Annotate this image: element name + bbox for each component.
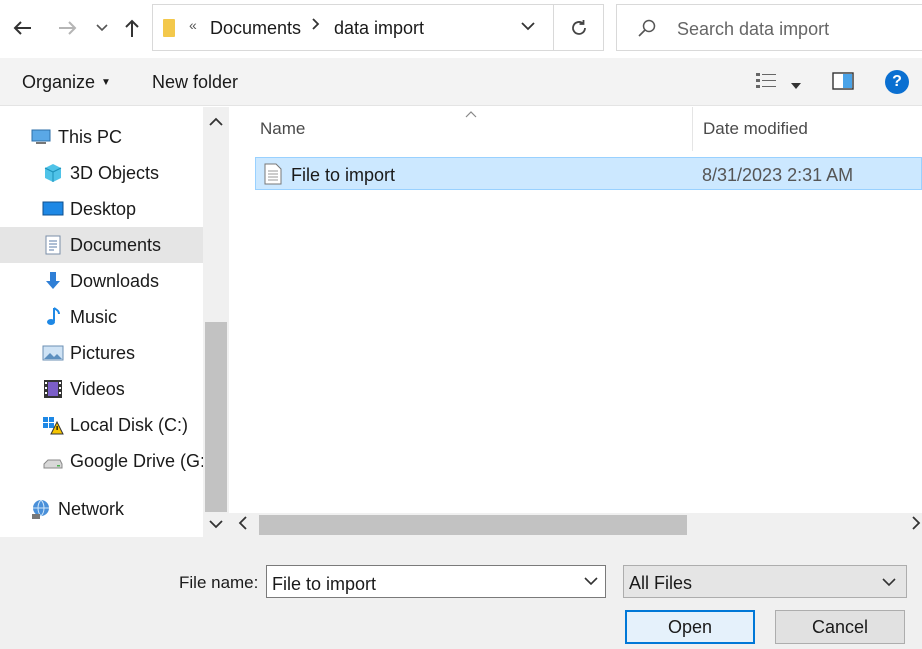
column-divider[interactable] <box>692 107 693 151</box>
file-date-modified: 8/31/2023 2:31 AM <box>702 165 854 185</box>
desktop-icon <box>42 198 64 220</box>
sidebar-item-label: Local Disk (C:) <box>70 414 189 435</box>
file-list: Name Date modified File to import 8/31/2… <box>229 107 922 513</box>
recent-locations-chevron-icon[interactable] <box>88 14 116 42</box>
search-icon <box>637 18 657 38</box>
sidebar-item-google-drive[interactable]: Google Drive (G:) <box>42 443 203 479</box>
sidebar-item-label: This PC <box>58 126 123 147</box>
sidebar-item-local-disk[interactable]: Local Disk (C:) <box>42 407 203 443</box>
drive-warning-icon <box>42 414 64 436</box>
scroll-down-icon[interactable] <box>208 517 224 533</box>
navigation-bar: « Documents data import Search data impo… <box>0 0 922 58</box>
sidebar-item-label: Documents <box>70 234 162 255</box>
organize-label: Organize <box>22 72 96 92</box>
file-name: File to import <box>291 165 396 185</box>
sidebar-item-3d-objects[interactable]: 3D Objects <box>42 155 203 191</box>
sidebar-item-label: Downloads <box>70 270 160 291</box>
scroll-right-icon[interactable] <box>911 515 921 536</box>
breadcrumb-separator-icon[interactable] <box>311 17 321 36</box>
scroll-up-icon[interactable] <box>208 115 224 131</box>
up-arrow-icon[interactable] <box>118 14 146 42</box>
column-header-date-modified[interactable]: Date modified <box>703 119 808 139</box>
sidebar-item-documents[interactable]: Documents <box>0 227 203 263</box>
refresh-icon[interactable] <box>553 5 604 50</box>
sidebar-item-pictures[interactable]: Pictures <box>42 335 203 371</box>
sidebar-item-downloads[interactable]: Downloads <box>42 263 203 299</box>
sidebar-item-videos[interactable]: Videos <box>42 371 203 407</box>
sidebar-item-network[interactable]: Network <box>30 491 203 527</box>
table-row[interactable]: File to import 8/31/2023 2:31 AM <box>255 157 922 190</box>
sidebar-item-label: Pictures <box>70 342 136 363</box>
sidebar-scrollbar[interactable] <box>203 107 229 537</box>
document-icon <box>42 234 64 256</box>
scrollbar-thumb[interactable] <box>259 515 687 535</box>
sidebar-item-label: 3D Objects <box>70 162 160 183</box>
sidebar-item-label: Videos <box>70 378 125 399</box>
view-dropdown-icon[interactable] <box>790 76 802 89</box>
search-box[interactable]: Search data import <box>616 4 922 51</box>
file-list-horizontal-scrollbar[interactable] <box>229 513 922 537</box>
download-arrow-icon <box>42 270 64 292</box>
music-note-icon <box>42 306 64 328</box>
picture-icon <box>42 342 64 364</box>
organize-button[interactable]: Organize ▼ <box>22 72 111 93</box>
cancel-button[interactable]: Cancel <box>775 610 905 644</box>
file-name-label: File name: <box>179 573 259 592</box>
file-type-value: All Files <box>629 573 693 593</box>
sidebar-item-desktop[interactable]: Desktop <box>42 191 203 227</box>
text-file-icon <box>264 163 282 185</box>
scroll-left-icon[interactable] <box>237 515 249 536</box>
address-dropdown-icon[interactable] <box>519 17 541 39</box>
view-options-icon[interactable] <box>755 71 777 91</box>
sidebar-item-this-pc[interactable]: This PC <box>30 119 203 155</box>
command-bar: Organize ▼ New folder ? <box>0 58 922 106</box>
chevron-down-icon <box>880 574 898 590</box>
dialog-footer: File name: All Files Open Cancel <box>0 537 922 649</box>
address-bar[interactable]: « Documents data import <box>152 4 604 51</box>
sidebar-item-label: Desktop <box>70 198 137 219</box>
sidebar-item-music[interactable]: Music <box>42 299 203 335</box>
drive-icon <box>42 450 64 472</box>
column-header-name[interactable]: Name <box>260 119 305 139</box>
preview-pane-icon[interactable] <box>832 72 854 90</box>
file-name-dropdown-icon[interactable] <box>582 573 600 589</box>
open-button[interactable]: Open <box>625 610 755 644</box>
file-name-input[interactable] <box>266 565 606 598</box>
search-placeholder[interactable]: Search data import <box>677 19 829 40</box>
overflow-chevron-icon[interactable]: « <box>189 17 197 33</box>
scrollbar-thumb[interactable] <box>205 322 227 512</box>
breadcrumb-data-import[interactable]: data import <box>334 18 424 39</box>
file-type-select[interactable]: All Files <box>623 565 907 598</box>
back-arrow-icon[interactable] <box>8 14 36 42</box>
organize-caret-icon: ▼ <box>101 77 111 88</box>
computer-icon <box>30 126 52 148</box>
sidebar-item-label: Google Drive (G:) <box>70 450 203 471</box>
navigation-pane: This PC 3D Objects Desktop Documents Dow… <box>0 107 203 537</box>
cube-icon <box>42 162 64 184</box>
breadcrumb-documents[interactable]: Documents <box>210 18 301 39</box>
help-icon[interactable]: ? <box>885 70 909 94</box>
network-icon <box>30 498 52 520</box>
sidebar-item-label: Network <box>58 498 125 519</box>
forward-arrow-icon[interactable] <box>54 14 82 42</box>
sort-ascending-icon <box>465 107 477 121</box>
new-folder-button[interactable]: New folder <box>152 72 238 93</box>
sidebar-item-label: Music <box>70 306 118 327</box>
film-icon <box>42 378 64 400</box>
folder-icon <box>163 19 175 37</box>
